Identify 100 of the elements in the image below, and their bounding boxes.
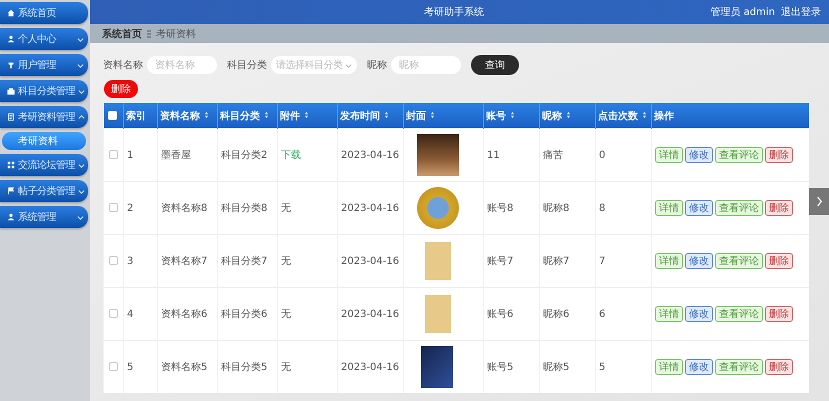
sidebar-item[interactable]: 考研资料管理 [0,106,88,128]
row-checkbox[interactable] [109,150,118,160]
row-checkbox[interactable] [109,256,118,266]
action-button[interactable]: 详情 [655,200,683,216]
column-header[interactable]: 附件 [278,103,338,128]
table-cell: 科目分类6 [221,309,268,320]
action-button[interactable]: 查看评论 [715,147,763,163]
breadcrumb-link[interactable]: 系统首页 [102,26,142,40]
sort-icon[interactable] [566,110,572,118]
field-label: 资料名称 [103,58,143,72]
action-button[interactable]: 查看评论 [715,359,763,375]
table-cell: 资料名称8 [161,203,208,214]
sort-icon[interactable] [430,110,436,118]
action-button[interactable]: 删除 [765,253,793,269]
sort-icon[interactable] [204,110,210,118]
column-header[interactable]: 科目分类 [218,103,278,128]
table-cell: 2023-04-16 [341,362,400,372]
sidebar-item[interactable]: 交流论坛管理 [0,154,88,176]
sort-icon[interactable] [510,110,516,118]
table-cell: 3 [127,256,134,266]
sort-icon[interactable] [264,110,270,118]
table-cell: 资料名称7 [161,256,208,267]
caret-icon [345,62,352,68]
table-cell: 昵称7 [543,256,570,267]
table-cell: 昵称6 [543,309,570,320]
download-link[interactable]: 下载 [281,150,301,161]
action-button[interactable]: 查看评论 [715,200,763,216]
action-button[interactable]: 修改 [685,253,713,269]
field-label: 昵称 [367,59,387,72]
column-header[interactable]: 索引 [124,103,158,128]
table-cell: 2023-04-16 [341,202,400,214]
column-header[interactable]: 昵称 [540,103,596,128]
table-cell: 2023-04-16 [341,150,400,160]
sidebar-subitem[interactable]: 考研资料 [2,132,86,150]
next-button[interactable] [809,188,829,215]
search-field[interactable]: 昵称 [391,56,461,74]
table-cell: 无 [281,362,291,373]
query-button[interactable]: 查询 [471,55,519,75]
action-button[interactable]: 修改 [685,200,713,216]
table-cell: 1 [127,150,134,160]
sidebar-item[interactable]: 用户管理 [0,54,88,76]
person-icon [7,213,15,221]
action-button[interactable]: 删除 [765,359,793,375]
table-cell: 科目分类2 [221,150,268,161]
delete-button[interactable]: 删除 [104,80,138,98]
field-label: 科目分类 [227,58,267,72]
sidebar-item[interactable]: 系统首页 [0,2,88,24]
table-cell: 5 [127,362,134,372]
grid-icon [7,161,15,169]
sidebar-item[interactable]: 帖子分类管理 [0,180,88,202]
action-button[interactable]: 删除 [765,147,793,163]
table-cell: 痛苦 [543,150,563,161]
action-button[interactable]: 查看评论 [715,253,763,269]
photo-placeholder [425,295,451,333]
action-button[interactable]: 修改 [685,147,713,163]
table-cell: 6 [599,308,606,320]
sort-icon[interactable] [384,110,390,118]
table-cell: 2 [127,202,134,214]
table-cell: 2023-04-16 [341,308,400,320]
column-header[interactable]: 操作 [652,103,809,128]
table-cell: 科目分类7 [221,256,268,267]
photo-placeholder [421,346,453,388]
logout-link[interactable]: 退出登录 [781,5,821,19]
breadcrumb-link[interactable]: 考研资料 [156,26,196,40]
action-button[interactable]: 删除 [765,306,793,322]
action-button[interactable]: 详情 [655,359,683,375]
column-header[interactable]: 发布时间 [338,103,404,128]
column-header[interactable]: 封面 [404,103,484,128]
sort-icon[interactable] [304,110,310,118]
table-cell: 4 [127,308,134,320]
photo-placeholder [425,242,451,280]
row-checkbox[interactable] [109,362,118,372]
sidebar-item[interactable]: 系统管理 [0,206,88,228]
action-button[interactable]: 详情 [655,253,683,269]
table-cell: 11 [487,150,500,160]
row-checkbox[interactable] [109,309,118,318]
sort-icon[interactable] [642,110,648,118]
action-button[interactable]: 修改 [685,359,713,375]
home-icon [7,9,15,17]
table-cell: 8 [599,202,606,214]
action-button[interactable]: 详情 [655,306,683,322]
table-cell: 科目分类8 [221,203,268,214]
column-header[interactable]: 资料名称 [158,103,218,128]
table-cell: 无 [281,309,291,320]
search-field[interactable]: 资料名称 [147,56,217,74]
sidebar-item[interactable]: 科目分类管理 [0,80,88,102]
column-header[interactable]: 账号 [484,103,540,128]
pin-icon [7,61,15,69]
action-button[interactable]: 详情 [655,147,683,163]
row-checkbox[interactable] [109,203,118,212]
table-cell: 科目分类5 [221,362,268,373]
action-button[interactable]: 查看评论 [715,306,763,322]
table-cell: 2023-04-16 [341,256,400,266]
table-cell: 账号6 [487,309,514,320]
action-button[interactable]: 删除 [765,200,793,216]
sidebar-item[interactable]: 个人中心 [0,28,88,50]
action-button[interactable]: 修改 [685,306,713,322]
select-all-checkbox[interactable] [108,110,116,120]
table-cell: 5 [599,362,606,372]
column-header[interactable]: 点击次数 [596,103,652,128]
